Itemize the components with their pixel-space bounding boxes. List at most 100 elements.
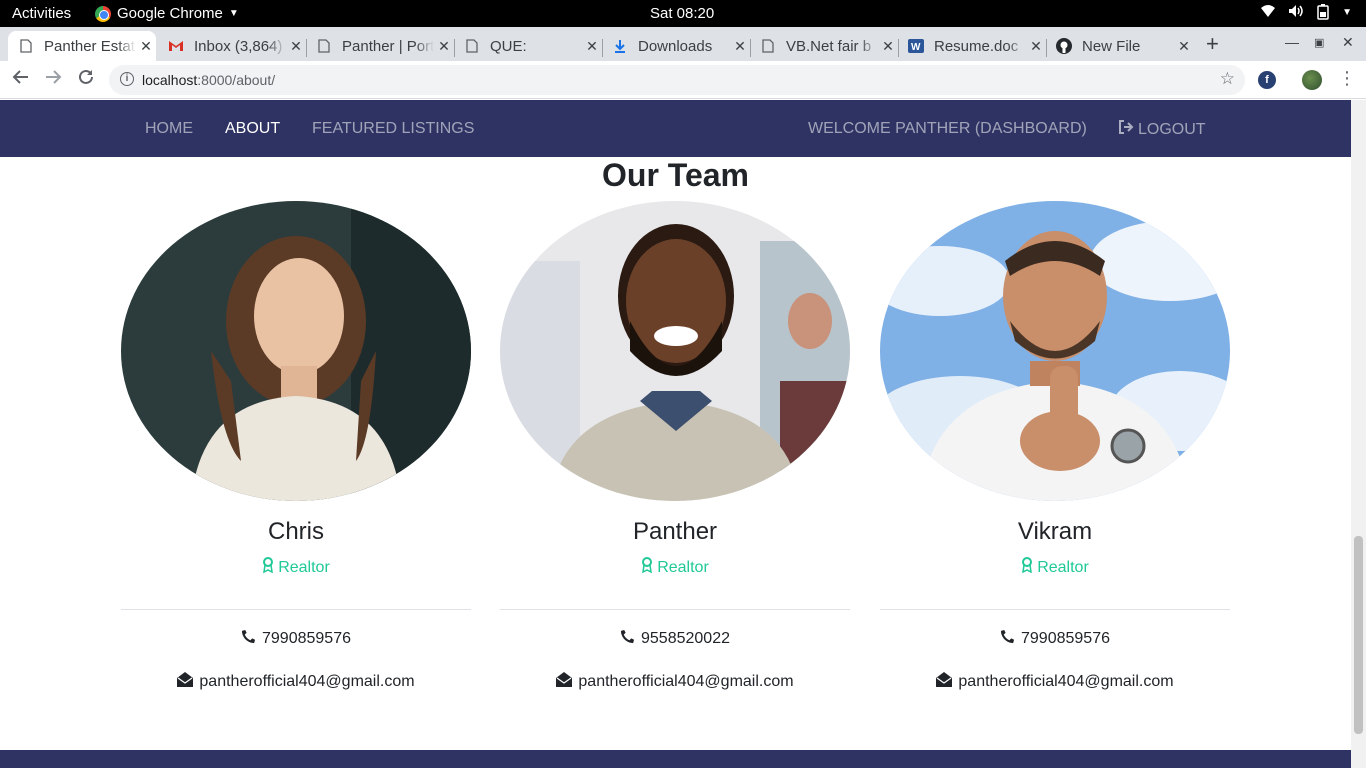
close-icon[interactable]: ✕: [1174, 38, 1194, 55]
page-icon: [316, 38, 332, 54]
close-icon[interactable]: ✕: [286, 38, 306, 55]
team-heading: Our Team: [602, 157, 749, 193]
sign-out-icon: [1118, 120, 1134, 139]
envelope-open-icon: [936, 672, 953, 692]
close-icon[interactable]: ✕: [434, 38, 454, 55]
maximize-button[interactable]: ▣: [1314, 36, 1324, 49]
chevron-down-icon: ▼: [228, 8, 239, 19]
svg-text:W: W: [911, 42, 921, 53]
clock[interactable]: Sat 08:20: [650, 5, 714, 22]
member-email: pantherofficial404@gmail.com: [121, 672, 471, 692]
member-name: Panther: [632, 518, 718, 545]
tab-title: VB.Net fair b: [786, 37, 872, 55]
close-icon[interactable]: ✕: [730, 38, 750, 55]
team-member-card: Vikram Realtor 7990859576 pantherofficia…: [880, 201, 1230, 692]
phone-number: 9558520022: [641, 630, 730, 647]
chrome-menu-icon[interactable]: ⋮: [1338, 68, 1356, 89]
phone-icon: [241, 629, 256, 649]
bookmark-star-icon[interactable]: ☆: [1220, 69, 1235, 89]
member-phone: 7990859576: [121, 629, 471, 649]
team-member-card: Chris Realtor 7990859576 pantherofficial…: [121, 201, 471, 692]
tab-panther-estate[interactable]: Panther Estate ✕: [8, 31, 156, 61]
nav-featured-listings[interactable]: FEATURED LISTINGS: [312, 120, 474, 138]
member-name: Vikram: [1017, 518, 1093, 545]
nav-dashboard[interactable]: WELCOME PANTHER (DASHBOARD): [808, 120, 1087, 138]
email-address: pantherofficial404@gmail.com: [578, 673, 794, 690]
phone-number: 7990859576: [1021, 630, 1110, 647]
wifi-icon: [1260, 4, 1276, 23]
word-icon: W: [908, 38, 924, 54]
team-member-card: Panther Realtor 9558520022 pantheroffici…: [500, 201, 850, 692]
tab-title: Inbox (3,864): [194, 37, 283, 55]
close-icon[interactable]: ✕: [878, 38, 898, 55]
profile-avatar[interactable]: [1302, 70, 1322, 90]
app-menu[interactable]: Google Chrome ▼: [95, 5, 239, 22]
tab-title: Downloads: [638, 37, 713, 55]
award-icon: [641, 557, 653, 578]
member-phone: 7990859576: [880, 629, 1230, 649]
phone-icon: [620, 629, 635, 649]
tab-downloads[interactable]: Downloads ✕: [602, 31, 750, 61]
tab-vbnet[interactable]: VB.Net fair b ✕: [750, 31, 898, 61]
chrome-icon: [95, 5, 111, 22]
close-icon[interactable]: ✕: [1026, 38, 1046, 55]
tab-title: Resume.doc: [934, 37, 1019, 55]
reload-button[interactable]: [77, 68, 95, 91]
nav-logout[interactable]: LOGOUT: [1118, 120, 1206, 139]
member-email: pantherofficial404@gmail.com: [500, 672, 850, 692]
tab-panther-portfolio[interactable]: Panther | Portfolio ✕: [306, 31, 454, 61]
download-icon: [612, 38, 628, 54]
site-navbar: HOME ABOUT FEATURED LISTINGS WELCOME PAN…: [0, 100, 1351, 157]
envelope-open-icon: [556, 672, 573, 692]
member-role: Realtor: [880, 557, 1230, 578]
member-email: pantherofficial404@gmail.com: [880, 672, 1230, 692]
logout-label: LOGOUT: [1138, 121, 1206, 138]
close-icon[interactable]: ✕: [582, 38, 602, 55]
member-phone: 9558520022: [500, 629, 850, 649]
browser-toolbar: i localhost:8000/about/ ☆: [0, 61, 1366, 99]
envelope-open-icon: [177, 672, 194, 692]
arrow-right-icon: [46, 70, 62, 84]
nav-about[interactable]: ABOUT: [225, 120, 280, 138]
address-bar[interactable]: i localhost:8000/about/ ☆: [109, 65, 1245, 95]
system-tray[interactable]: ▼: [1260, 4, 1352, 23]
nav-home[interactable]: HOME: [145, 120, 193, 138]
back-button[interactable]: [12, 68, 30, 91]
minimize-button[interactable]: —: [1285, 34, 1299, 50]
scrollbar-thumb[interactable]: [1354, 536, 1363, 734]
close-window-button[interactable]: ✕: [1342, 34, 1354, 51]
page-viewport: HOME ABOUT FEATURED LISTINGS WELCOME PAN…: [0, 100, 1351, 768]
info-icon[interactable]: i: [120, 72, 134, 86]
divider: [121, 609, 471, 610]
fedora-extension-icon[interactable]: f: [1258, 71, 1276, 89]
forward-button[interactable]: [44, 68, 62, 91]
gmail-icon: [168, 38, 184, 54]
divider: [500, 609, 850, 610]
arrow-left-icon: [12, 70, 28, 84]
award-icon: [1021, 557, 1033, 578]
member-photo: [500, 201, 850, 501]
divider: [880, 609, 1230, 610]
role-label: Realtor: [657, 558, 709, 576]
role-label: Realtor: [278, 558, 330, 576]
page-scrollbar[interactable]: [1351, 100, 1366, 768]
system-top-bar: Activities Google Chrome ▼ Sat 08:20 ▼: [0, 0, 1366, 27]
chevron-down-icon: ▼: [1342, 7, 1352, 18]
phone-icon: [1000, 629, 1015, 649]
page-icon: [18, 38, 34, 54]
tab-new-file[interactable]: New File ✕: [1046, 31, 1194, 61]
url-host: localhost: [142, 72, 198, 88]
github-icon: [1056, 38, 1072, 54]
tab-strip: Panther Estate ✕ Inbox (3,864) ✕ Panther…: [0, 27, 1366, 61]
new-tab-button[interactable]: +: [1206, 31, 1219, 57]
battery-icon: [1316, 4, 1330, 23]
volume-icon: [1288, 4, 1304, 23]
page-icon: [760, 38, 776, 54]
page-icon: [464, 38, 480, 54]
tab-resume[interactable]: W Resume.doc ✕: [898, 31, 1046, 61]
tab-title: QUE:: [490, 37, 527, 55]
activities-button[interactable]: Activities: [12, 5, 71, 22]
tab-que[interactable]: QUE: ✕: [454, 31, 602, 61]
close-icon[interactable]: ✕: [136, 38, 156, 55]
tab-inbox[interactable]: Inbox (3,864) ✕: [158, 31, 306, 61]
